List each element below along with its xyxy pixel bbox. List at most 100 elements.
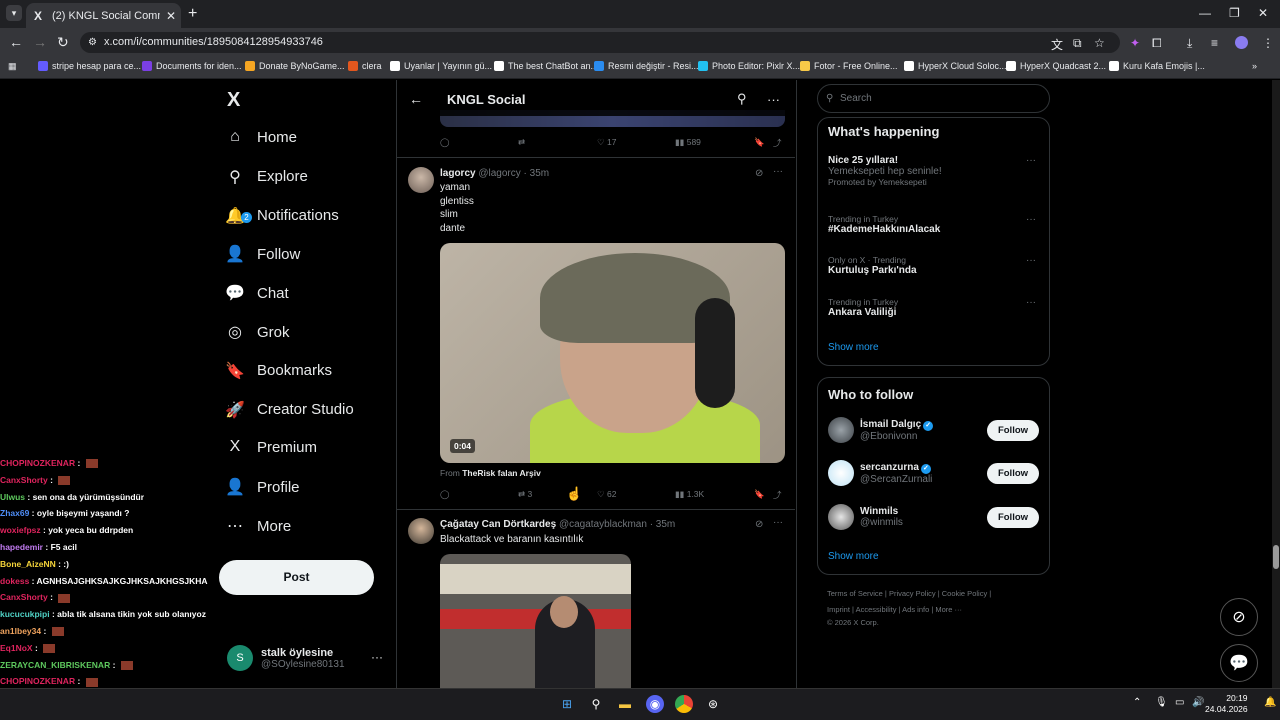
close-tab-icon[interactable]: ✕ <box>166 9 176 23</box>
trend-more-icon[interactable]: ··· <box>1026 297 1036 308</box>
translate-icon[interactable]: 文 <box>1051 36 1063 53</box>
microphone-icon[interactable]: 🎙 <box>1155 697 1168 708</box>
sidebar-item-more[interactable]: ⋯ More <box>222 516 291 536</box>
forward-button[interactable]: → <box>33 34 47 50</box>
back-arrow-icon[interactable]: ← <box>409 91 423 107</box>
post-author[interactable]: Çağatay Can Dörtkardeş @cagatayblackman … <box>440 519 675 530</box>
like-icon[interactable]: ♡ 17 <box>597 137 616 148</box>
follow-suggestion[interactable]: Winmils @winmils <box>828 504 903 530</box>
bookmark-item[interactable]: Uyanlar | Yayının gü... <box>390 61 492 71</box>
extensions-puzzle-icon[interactable]: ⧠ <box>1152 36 1162 51</box>
search-icon[interactable]: ⚲ <box>587 695 605 713</box>
avatar[interactable] <box>408 167 434 193</box>
grok-fab-icon[interactable]: ⊘ <box>1220 598 1258 636</box>
bookmark-star-icon[interactable]: ☆ <box>1094 36 1105 50</box>
sidebar-item-profile[interactable]: 👤 Profile <box>222 477 300 497</box>
tab-search-button[interactable]: ▾ <box>6 5 22 21</box>
back-button[interactable]: ← <box>9 34 23 50</box>
volume-icon[interactable]: 🔊 <box>1192 697 1204 708</box>
sidebar-item-follow[interactable]: 👤 Follow <box>222 244 300 264</box>
trend-more-icon[interactable]: ··· <box>1026 255 1036 266</box>
share-icon[interactable]: ⤴ <box>773 489 782 501</box>
footer-links[interactable]: Imprint | Accessibility | Ads info | Mor… <box>827 605 962 614</box>
search-input[interactable]: ⚲ Search <box>817 84 1050 113</box>
follow-button[interactable]: Follow <box>987 463 1039 484</box>
share-icon[interactable]: ⤴ <box>773 137 782 149</box>
post-more-icon[interactable]: ··· <box>773 166 783 177</box>
minimize-window-button[interactable]: — <box>1199 6 1211 20</box>
sidebar-item-grok[interactable]: ◎ Grok <box>222 322 290 342</box>
bookmark-item[interactable]: Fotor - Free Online... <box>800 61 898 71</box>
chrome-icon[interactable] <box>675 695 693 713</box>
post-image[interactable] <box>440 554 631 688</box>
video-source[interactable]: From TheRisk falan Arşiv <box>440 468 541 478</box>
avatar[interactable] <box>828 460 854 486</box>
sidebar-item-home[interactable]: ⌂ Home <box>222 128 297 146</box>
taskbar-clock[interactable]: 20:19 24.04.2026 <box>1205 693 1248 715</box>
address-bar[interactable]: ⚙ x.com/i/communities/189508412895493374… <box>80 32 1120 53</box>
follow-suggestion[interactable]: sercanzurna ✓ @SercanZurnali <box>828 460 932 486</box>
start-icon[interactable]: ⊞ <box>558 695 576 713</box>
bookmark-item[interactable]: Resmi değiştir - Resi... <box>594 61 699 71</box>
bookmark-icon[interactable]: 🔖 <box>754 489 765 500</box>
sidebar-item-premium[interactable]: X Premium <box>222 438 317 456</box>
trend-item[interactable]: Trending in Turkey Ankara Valiliği ··· <box>828 297 1038 318</box>
follow-button[interactable]: Follow <box>987 507 1039 528</box>
avatar[interactable] <box>828 417 854 443</box>
app-icon[interactable]: ⊛ <box>704 695 722 713</box>
search-icon[interactable]: ⚲ <box>737 91 747 107</box>
sidebar-item-creator-studio[interactable]: 🚀 Creator Studio <box>222 400 354 420</box>
bookmark-icon[interactable]: 🔖 <box>754 137 765 148</box>
grok-icon[interactable]: ⊘ <box>755 519 763 530</box>
account-more-icon[interactable]: ··· <box>371 650 383 664</box>
scrollbar-thumb[interactable] <box>1273 545 1279 569</box>
repost-icon[interactable]: ⇄ 3 <box>518 489 532 500</box>
cast-icon[interactable]: ⧉ <box>1073 36 1082 51</box>
file-explorer-icon[interactable]: ▬ <box>616 695 634 713</box>
x-logo-icon[interactable]: X <box>227 89 240 112</box>
reload-button[interactable]: ↻ <box>57 34 69 51</box>
site-info-icon[interactable]: ⚙ <box>88 32 97 53</box>
footer-links[interactable]: Terms of Service | Privacy Policy | Cook… <box>827 589 991 598</box>
discord-icon[interactable]: ◉ <box>646 695 664 713</box>
bookmark-item[interactable]: HyperX Quadcast 2... <box>1006 61 1106 71</box>
account-switcher[interactable]: S stalk öylesine @SOylesine80131 <box>227 645 345 671</box>
new-tab-button[interactable]: + <box>188 5 197 23</box>
profile-avatar-icon[interactable] <box>1235 36 1248 49</box>
bookmark-item[interactable]: Documents for iden... <box>142 61 242 71</box>
trend-more-icon[interactable]: ··· <box>1026 214 1036 225</box>
extension-icon[interactable]: ✦ <box>1130 36 1140 50</box>
apps-grid-icon[interactable]: ▦ <box>8 61 17 72</box>
like-icon[interactable]: ♡ 62 <box>597 489 616 500</box>
browser-tab[interactable]: X (2) KNGL Social Community ✕ <box>26 3 181 28</box>
grok-icon[interactable]: ⊘ <box>755 168 763 179</box>
bookmark-item[interactable]: Kuru Kafa Emojis |... <box>1109 61 1205 71</box>
sidebar-item-chat[interactable]: 💬 Chat <box>222 283 289 303</box>
avatar[interactable] <box>828 504 854 530</box>
bookmark-item[interactable]: The best ChatBot an... <box>494 61 598 71</box>
restore-window-button[interactable]: ❐ <box>1229 6 1240 20</box>
show-more-link[interactable]: Show more <box>828 551 879 562</box>
views-icon[interactable]: ▮▮ 589 <box>675 137 701 148</box>
chat-fab-icon[interactable]: 💬 <box>1220 644 1258 682</box>
follow-button[interactable]: Follow <box>987 420 1039 441</box>
post-video[interactable]: 0:04 <box>440 243 785 463</box>
media-icon[interactable]: ≡ <box>1211 36 1218 50</box>
post-more-icon[interactable]: ··· <box>773 517 783 528</box>
show-more-link[interactable]: Show more <box>828 342 879 353</box>
bookmark-item[interactable]: Photo Editor: Pixlr X... <box>698 61 800 71</box>
bookmark-item[interactable]: Donate ByNoGame... <box>245 61 345 71</box>
trend-item[interactable]: Only on X · Trending Kurtuluş Parkı'nda ··… <box>828 255 1038 276</box>
network-icon[interactable]: ▭ <box>1175 697 1184 708</box>
repost-icon[interactable]: ⇄ <box>518 137 525 148</box>
trend-item[interactable]: Trending in Turkey #KademeHakkınıAlacak ··… <box>828 214 1038 235</box>
sidebar-item-explore[interactable]: ⚲ Explore <box>222 167 308 187</box>
tray-overflow-icon[interactable]: ⌃ <box>1133 697 1141 708</box>
bookmarks-overflow-icon[interactable]: » <box>1252 61 1257 71</box>
reply-icon[interactable]: ◯ <box>440 137 450 148</box>
bookmark-item[interactable]: stripe hesap para ce... <box>38 61 141 71</box>
trend-more-icon[interactable]: ··· <box>1026 155 1036 166</box>
bookmark-item[interactable]: HyperX Cloud Soloc... <box>904 61 1007 71</box>
close-window-button[interactable]: ✕ <box>1258 6 1268 20</box>
post-button[interactable]: Post <box>219 560 374 595</box>
